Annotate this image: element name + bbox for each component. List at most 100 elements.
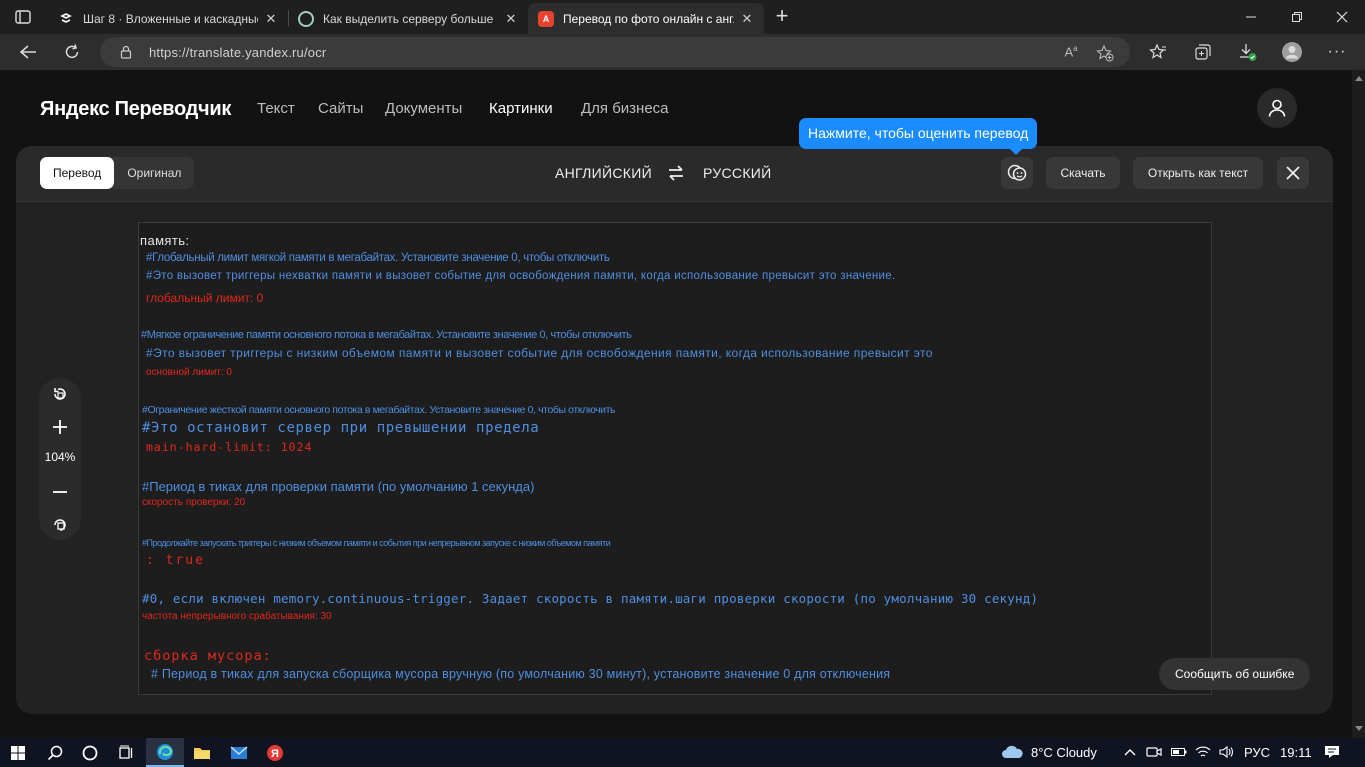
nav-images[interactable]: Картинки	[489, 100, 553, 117]
doc-line: : true	[146, 553, 205, 568]
zoom-in-icon[interactable]	[48, 415, 72, 439]
close-tab-icon[interactable]: ✕	[264, 11, 278, 27]
tab-title: Как выделить серверу больше	[323, 11, 494, 26]
restore-icon[interactable]	[1274, 0, 1320, 34]
favorites-icon[interactable]	[1146, 40, 1170, 64]
doc-line: #Продолжайте запускать триггеры с низким…	[142, 538, 611, 548]
site-logo[interactable]: Яндекс Переводчик	[40, 98, 231, 121]
doc-line: #Это вызовет триггеры нехватки памяти и …	[146, 270, 896, 282]
openai-favicon-icon	[298, 10, 314, 27]
download-button[interactable]: Скачать	[1046, 157, 1120, 189]
cortana-icon[interactable]	[79, 742, 101, 764]
doc-line: скорость проверки: 20	[142, 497, 246, 508]
user-icon	[1268, 99, 1286, 117]
doc-line: main-hard-limit: 1024	[146, 440, 313, 454]
swap-languages-icon[interactable]	[666, 163, 686, 183]
show-hidden-icons-icon[interactable]	[1122, 744, 1138, 760]
doc-line: #0, если включен memory.continuous-trigg…	[142, 591, 1039, 606]
minimize-icon[interactable]	[1228, 0, 1274, 34]
profile-avatar-icon[interactable]	[1280, 40, 1304, 64]
mode-switch: Перевод Оригинал	[40, 157, 195, 189]
battery-icon[interactable]	[1171, 744, 1187, 760]
weather-cloud-icon[interactable]	[1000, 744, 1024, 760]
browser-tab-bar: Шаг 8 · Вложенные и каскадные ✕ Как выде…	[0, 0, 1365, 34]
tab-title: Шаг 8 · Вложенные и каскадные	[83, 11, 258, 26]
clock[interactable]: 19:11	[1280, 745, 1312, 760]
weather-text[interactable]: 8°C Cloudy	[1031, 745, 1097, 760]
doc-line: частота непрерывного срабатывания: 30	[142, 611, 332, 622]
nav-business[interactable]: Для бизнеса	[581, 100, 669, 117]
page-scrollbar[interactable]	[1352, 70, 1365, 738]
close-panel-button[interactable]	[1277, 157, 1309, 189]
doc-line: #Глобальный лимит мягкой памяти в мегаба…	[146, 252, 610, 264]
doc-line: # Период в тиках для запуска сборщика му…	[151, 667, 891, 681]
new-tab-icon[interactable]: +	[770, 5, 794, 29]
rotate-icon[interactable]	[48, 382, 72, 406]
input-language[interactable]: РУС	[1244, 745, 1270, 760]
browser-tab-2[interactable]: Как выделить серверу больше ✕	[288, 3, 528, 34]
source-language[interactable]: АНГЛИЙСКИЙ	[555, 165, 652, 181]
task-view-icon[interactable]	[115, 742, 137, 764]
downloads-icon[interactable]	[1236, 40, 1260, 64]
user-account-button[interactable]	[1257, 88, 1297, 128]
file-explorer-icon[interactable]	[191, 742, 213, 764]
fit-to-screen-icon[interactable]	[48, 512, 72, 536]
more-menu-icon[interactable]: ···	[1325, 40, 1349, 64]
stepik-favicon-icon	[58, 10, 74, 27]
windows-taskbar: Я 8°C Cloudy РУС 19:11	[0, 738, 1365, 767]
doc-line: #Период в тиках для проверки памяти (по …	[142, 479, 535, 494]
search-icon[interactable]	[44, 742, 66, 764]
browser-tab-3[interactable]: A Перевод по фото онлайн с англ ✕	[528, 3, 764, 34]
panel-toolbar: Перевод Оригинал АНГЛИЙСКИЙ РУССКИЙ Скач…	[16, 146, 1333, 202]
doc-line: #Мягкое ограничение памяти основного пот…	[141, 329, 632, 341]
rate-translation-tooltip: Нажмите, чтобы оценить перевод	[799, 118, 1038, 155]
yandex-browser-icon[interactable]: Я	[264, 742, 286, 764]
nav-text[interactable]: Текст	[257, 100, 295, 117]
scroll-down-icon[interactable]	[1355, 726, 1363, 731]
edge-taskbar-icon[interactable]	[146, 738, 184, 767]
nav-sites[interactable]: Сайты	[318, 100, 363, 117]
collections-icon[interactable]	[1191, 40, 1215, 64]
add-favorite-icon[interactable]	[1096, 44, 1114, 62]
doc-line: сборка мусора:	[144, 648, 272, 664]
notifications-icon[interactable]	[1324, 744, 1340, 760]
lock-icon[interactable]	[120, 45, 132, 64]
browser-tab-1[interactable]: Шаг 8 · Вложенные и каскадные ✕	[48, 3, 288, 34]
zoom-level: 104%	[44, 450, 76, 464]
refresh-icon[interactable]	[59, 40, 85, 64]
doc-line: память:	[140, 233, 190, 248]
read-aloud-icon[interactable]: Aa	[1062, 44, 1080, 62]
tab-title: Перевод по фото онлайн с англ	[563, 11, 734, 26]
nav-documents[interactable]: Документы	[385, 100, 462, 117]
url-text: https://translate.yandex.ru/ocr	[149, 45, 327, 60]
rate-translation-button[interactable]	[1001, 157, 1033, 189]
doc-line: глобальный лимит: 0	[146, 291, 264, 305]
meet-now-icon[interactable]	[1146, 744, 1162, 760]
tab-actions-icon[interactable]	[14, 8, 32, 26]
windows-start-icon[interactable]	[7, 742, 29, 764]
wifi-icon[interactable]	[1195, 744, 1211, 760]
close-tab-icon[interactable]: ✕	[740, 11, 754, 27]
mail-icon[interactable]	[228, 742, 250, 764]
zoom-controls: 104%	[39, 378, 81, 540]
zoom-out-icon[interactable]	[48, 480, 72, 504]
close-tab-icon[interactable]: ✕	[504, 11, 518, 27]
doc-line: #Ограничение жесткой памяти основного по…	[142, 404, 616, 416]
rate-smile-icon	[1007, 164, 1027, 181]
tooltip-tail	[1009, 148, 1023, 155]
volume-icon[interactable]	[1219, 744, 1235, 760]
doc-line: #Это остановит сервер при превышении пре…	[142, 420, 540, 436]
close-window-icon[interactable]	[1319, 0, 1365, 34]
mode-original-tab[interactable]: Оригинал	[114, 157, 194, 189]
tooltip-text: Нажмите, чтобы оценить перевод	[808, 125, 1029, 141]
back-arrow-icon[interactable]	[15, 40, 41, 64]
scroll-up-icon[interactable]	[1355, 76, 1363, 81]
mode-translation-tab[interactable]: Перевод	[40, 157, 115, 189]
page: Яндекс Переводчик Текст Сайты Документы …	[0, 70, 1352, 738]
target-language[interactable]: РУССКИЙ	[703, 165, 772, 181]
report-error-button[interactable]: Сообщить об ошибке	[1159, 658, 1311, 690]
doc-line: #Это вызовет триггеры с низким объемом п…	[146, 346, 933, 360]
address-bar[interactable]: https://translate.yandex.ru/ocr Aa	[100, 37, 1130, 67]
open-as-text-button[interactable]: Открыть как текст	[1133, 157, 1263, 189]
image-translation-panel: Перевод Оригинал АНГЛИЙСКИЙ РУССКИЙ Скач…	[16, 146, 1333, 714]
